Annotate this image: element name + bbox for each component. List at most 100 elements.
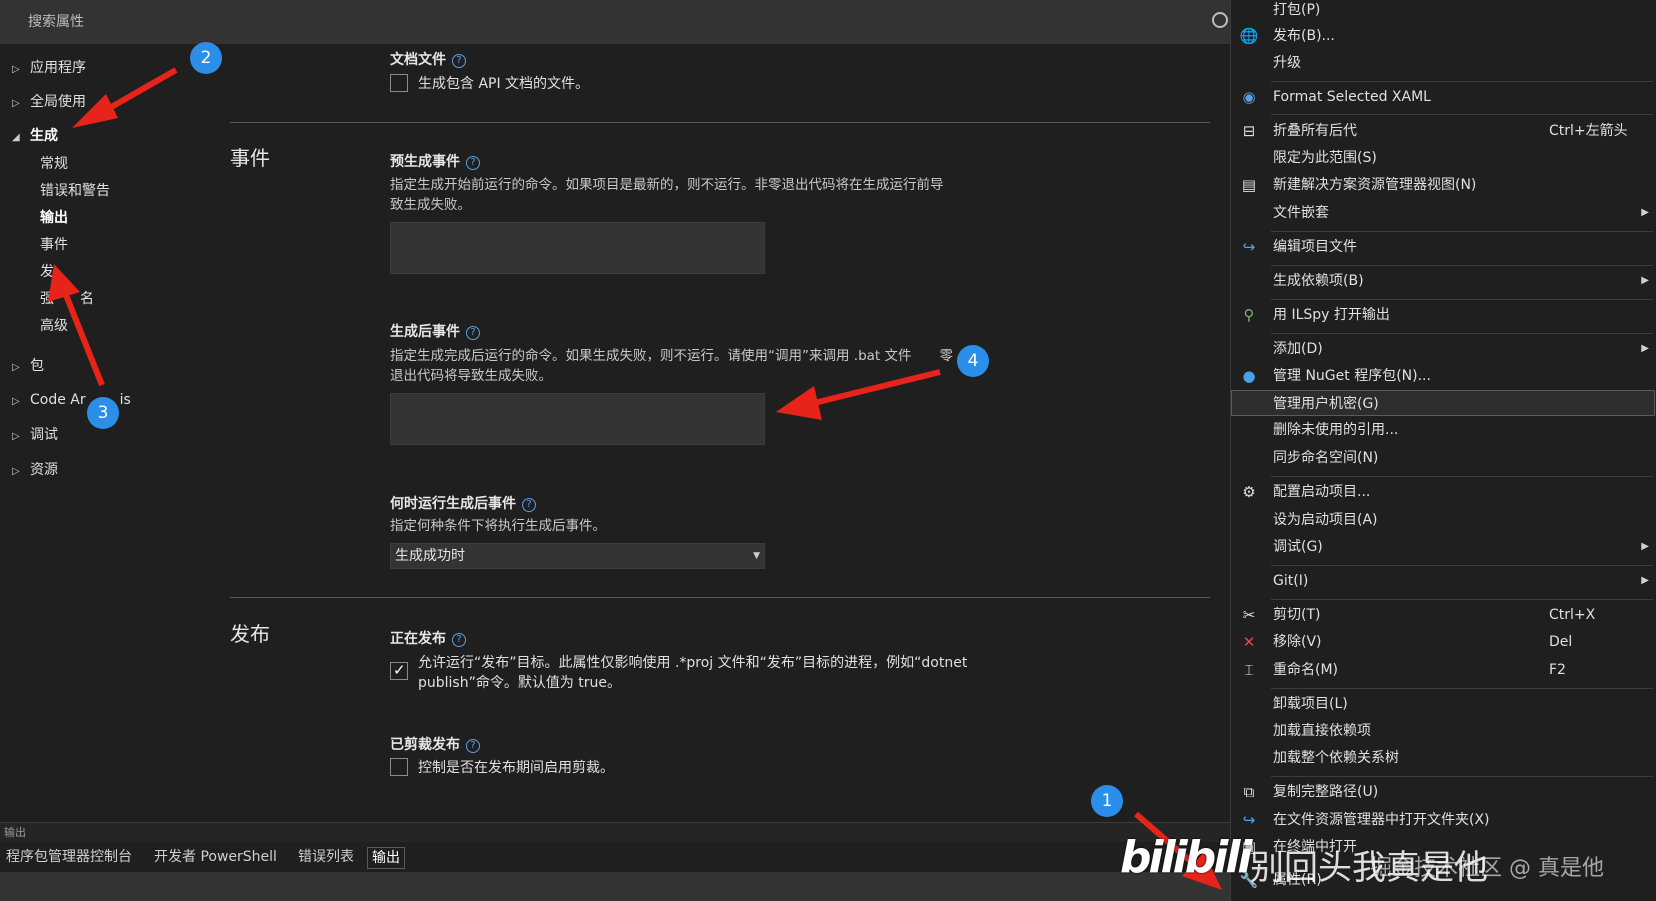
- nav-item-build[interactable]: ◢ 生成: [12, 124, 58, 148]
- scissors-icon: ✂: [1242, 606, 1256, 624]
- post-build-textarea[interactable]: [390, 393, 765, 445]
- menu-item-open-in-explorer[interactable]: ↪ 在文件资源管理器中打开文件夹(X): [1231, 807, 1655, 833]
- menu-item-manage-user-secrets[interactable]: 管理用户机密(G): [1231, 390, 1655, 416]
- menu-item-collapse-all[interactable]: ⊟ 折叠所有后代 Ctrl+左箭头: [1231, 118, 1655, 144]
- menu-item-sync-namespaces[interactable]: 同步命名空间(N): [1231, 445, 1655, 471]
- section-title-events: 事件: [230, 146, 270, 170]
- section-title-publish: 发布: [230, 622, 270, 646]
- menu-item-manage-nuget[interactable]: ● 管理 NuGet 程序包(N)...: [1231, 363, 1655, 389]
- menu-item-set-startup[interactable]: 设为启动项目(A): [1231, 507, 1655, 533]
- menu-separator: [1271, 231, 1653, 232]
- menu-item-git[interactable]: Git(I) ▶: [1231, 568, 1655, 594]
- help-icon[interactable]: ?: [452, 54, 466, 68]
- menu-item-unload-project[interactable]: 卸载项目(L): [1231, 691, 1655, 717]
- tab-package-manager-console[interactable]: 程序包管理器控制台: [2, 847, 136, 869]
- nuget-icon: ●: [1242, 367, 1256, 385]
- post-build-desc: 指定生成完成后运行的命令。如果生成失败，则不运行。请使用“调用”来调用 .bat…: [390, 348, 953, 384]
- doc-file-checkbox-label: 生成包含 API 文档的文件。: [418, 76, 590, 92]
- new-view-icon: ▤: [1241, 176, 1257, 194]
- menu-item-scope-to-this[interactable]: 限定为此范围(S): [1231, 145, 1655, 171]
- menu-item-remove-unused-refs[interactable]: 删除未使用的引用...: [1231, 417, 1655, 443]
- menu-item-cut[interactable]: ✂ 剪切(T) Ctrl+X: [1231, 602, 1655, 628]
- menu-item-pack[interactable]: 打包(P): [1231, 0, 1655, 23]
- menu-item-format-xaml[interactable]: ◉ Format Selected XAML: [1231, 84, 1655, 110]
- menu-item-open-ilspy[interactable]: ⚲ 用 ILSpy 打开输出: [1231, 302, 1655, 328]
- nav-item-resources[interactable]: ▷ 资源: [12, 458, 58, 482]
- menu-separator: [1271, 476, 1653, 477]
- help-icon[interactable]: ?: [466, 739, 480, 753]
- menu-item-debug[interactable]: 调试(G) ▶: [1231, 534, 1655, 560]
- nav-sub-errors-warnings[interactable]: 错误和警告: [40, 179, 110, 203]
- doc-file-title: 文档文件?: [390, 49, 466, 69]
- watermark-text: 别回头我真是他: [1250, 848, 1488, 888]
- pre-build-title: 预生成事件?: [390, 151, 480, 171]
- menu-item-build-dependencies[interactable]: 生成依赖项(B) ▶: [1231, 268, 1655, 294]
- tab-developer-powershell[interactable]: 开发者 PowerShell: [150, 847, 281, 869]
- chevron-right-icon: ▶: [1641, 575, 1649, 586]
- run-when-select[interactable]: 生成成功时 ▼: [390, 543, 765, 569]
- menu-item-rename[interactable]: ⌶ 重命名(M) F2: [1231, 657, 1655, 683]
- annotation-badge-4: 4: [957, 345, 989, 377]
- nav-sub-output[interactable]: 输出: [40, 206, 68, 230]
- arrow-2-shaft: [90, 67, 178, 121]
- nav-sub-strong-naming[interactable]: 强名: [40, 287, 94, 311]
- section-divider: [230, 597, 1210, 598]
- menu-item-upgrade[interactable]: 升级: [1231, 50, 1655, 76]
- pre-build-textarea[interactable]: [390, 222, 765, 274]
- status-bar: [0, 872, 1230, 901]
- doc-file-checkbox[interactable]: [390, 74, 408, 92]
- menu-item-load-direct-deps[interactable]: 加载直接依赖项: [1231, 718, 1655, 744]
- menu-item-load-dep-tree[interactable]: 加载整个依赖关系树: [1231, 745, 1655, 771]
- nav-item-global-usings[interactable]: ▷ 全局使用: [12, 90, 86, 114]
- collapse-icon: ⊟: [1242, 122, 1256, 140]
- nav-sub-advanced[interactable]: 高级: [40, 314, 68, 338]
- output-panel-header: 输出: [0, 822, 1230, 842]
- help-icon[interactable]: ?: [466, 156, 480, 170]
- open-folder-arrow-icon: ↪: [1242, 811, 1256, 829]
- chevron-right-icon: ▷: [12, 98, 20, 109]
- menu-separator: [1271, 265, 1653, 266]
- menu-item-copy-full-path[interactable]: ⧉ 复制完整路径(U): [1231, 779, 1655, 805]
- chevron-right-icon: ▶: [1641, 343, 1649, 354]
- chevron-right-icon: ▷: [12, 466, 20, 477]
- globe-icon: 🌐: [1239, 27, 1259, 45]
- annotation-badge-1: 1: [1091, 785, 1123, 817]
- menu-separator: [1271, 565, 1653, 566]
- nav-item-package[interactable]: ▷ 包: [12, 354, 44, 378]
- search-icon[interactable]: [1212, 12, 1228, 28]
- chevron-right-icon: ▷: [12, 362, 20, 373]
- menu-item-publish[interactable]: 🌐 发布(B)...: [1231, 23, 1655, 49]
- remove-x-icon: ✕: [1242, 633, 1256, 651]
- nav-item-application[interactable]: ▷ 应用程序: [12, 56, 86, 80]
- chevron-right-icon: ▷: [12, 431, 20, 442]
- help-icon[interactable]: ?: [522, 498, 536, 512]
- tab-output[interactable]: 输出: [367, 847, 405, 869]
- trimmed-title: 已剪裁发布?: [390, 734, 480, 754]
- menu-separator: [1271, 114, 1653, 115]
- menu-separator: [1271, 599, 1653, 600]
- context-menu: 打包(P) 🌐 发布(B)... 升级 ◉ Format Selected XAML…: [1230, 0, 1656, 901]
- section-divider: [230, 122, 1210, 123]
- tab-error-list[interactable]: 错误列表: [294, 847, 358, 869]
- menu-separator: [1271, 299, 1653, 300]
- nav-sub-general[interactable]: 常规: [40, 152, 68, 176]
- nav-sub-publish[interactable]: 发: [40, 260, 54, 284]
- trimmed-checkbox[interactable]: [390, 758, 408, 776]
- menu-item-edit-project-file[interactable]: ↪ 编辑项目文件: [1231, 234, 1655, 260]
- menu-separator: [1271, 776, 1653, 777]
- publishing-checkbox[interactable]: [390, 661, 408, 680]
- menu-item-add[interactable]: 添加(D) ▶: [1231, 336, 1655, 362]
- arrow-4-head: [776, 386, 822, 420]
- help-icon[interactable]: ?: [466, 326, 480, 340]
- menu-item-configure-startup[interactable]: ⚙ 配置启动项目...: [1231, 479, 1655, 505]
- menu-item-remove[interactable]: ✕ 移除(V) Del: [1231, 629, 1655, 655]
- ilspy-icon: ⚲: [1243, 306, 1255, 324]
- chevron-down-icon: ▼: [753, 551, 760, 561]
- nav-sub-events[interactable]: 事件: [40, 233, 68, 257]
- nav-item-debug[interactable]: ▷ 调试: [12, 423, 58, 447]
- help-icon[interactable]: ?: [452, 633, 466, 647]
- menu-item-file-nesting[interactable]: 文件嵌套 ▶: [1231, 200, 1655, 226]
- run-when-title: 何时运行生成后事件?: [390, 493, 536, 513]
- search-input[interactable]: [0, 0, 1230, 44]
- menu-item-new-solution-view[interactable]: ▤ 新建解决方案资源管理器视图(N): [1231, 172, 1655, 198]
